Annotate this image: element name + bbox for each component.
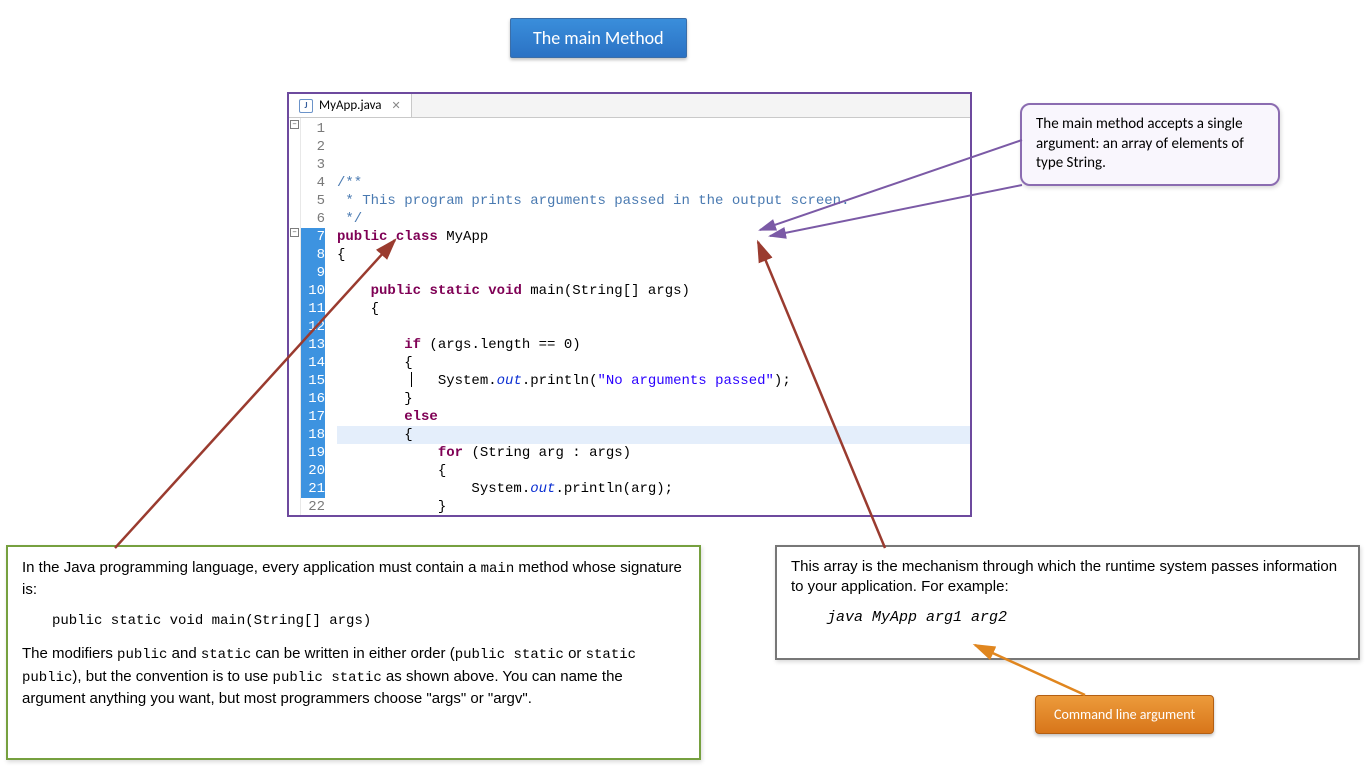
code-body[interactable]: /** * This program prints arguments pass… bbox=[331, 118, 970, 515]
editor-tabbar: J MyApp.java ✕ bbox=[289, 94, 970, 118]
callout-cmdline: Command line argument bbox=[1035, 695, 1214, 734]
code-line[interactable]: public class MyApp bbox=[337, 228, 970, 246]
code-line[interactable] bbox=[337, 264, 970, 282]
code-line[interactable]: { bbox=[337, 300, 970, 318]
fold-gutter: –– bbox=[289, 118, 301, 515]
code-line[interactable]: for (String arg : args) bbox=[337, 444, 970, 462]
code-area[interactable]: –– 1234567891011121314151617181920212223… bbox=[289, 118, 970, 515]
code-line[interactable]: */ bbox=[337, 210, 970, 228]
code-line[interactable] bbox=[337, 318, 970, 336]
editor-tab[interactable]: J MyApp.java ✕ bbox=[289, 94, 412, 117]
code-editor: J MyApp.java ✕ –– 1234567891011121314151… bbox=[287, 92, 972, 517]
code-line[interactable]: System.out.println("No arguments passed"… bbox=[337, 372, 970, 390]
command-example: java MyApp arg1 arg2 bbox=[827, 608, 1344, 628]
tab-filename: MyApp.java bbox=[319, 98, 382, 113]
main-signature: public static void main(String[] args) bbox=[52, 611, 685, 631]
code-line[interactable]: { bbox=[337, 354, 970, 372]
line-number-gutter: 123456789101112131415161718192021222324 bbox=[301, 118, 331, 515]
code-line[interactable]: else bbox=[337, 408, 970, 426]
code-line[interactable]: * This program prints arguments passed i… bbox=[337, 192, 970, 210]
callout-signature: In the Java programming language, every … bbox=[6, 545, 701, 760]
callout-main-argument: The main method accepts a single argumen… bbox=[1020, 103, 1280, 186]
java-file-icon: J bbox=[299, 99, 313, 113]
code-line[interactable]: { bbox=[337, 462, 970, 480]
page-title: The main Method bbox=[510, 18, 687, 58]
code-line[interactable]: /** bbox=[337, 174, 970, 192]
code-line[interactable]: } bbox=[337, 498, 970, 515]
close-icon[interactable]: ✕ bbox=[392, 99, 401, 112]
code-line[interactable]: if (args.length == 0) bbox=[337, 336, 970, 354]
code-line[interactable]: public static void main(String[] args) bbox=[337, 282, 970, 300]
code-line[interactable]: { bbox=[337, 246, 970, 264]
code-line[interactable]: { bbox=[337, 426, 970, 444]
code-line[interactable]: System.out.println(arg); bbox=[337, 480, 970, 498]
code-line[interactable]: } bbox=[337, 390, 970, 408]
callout-array: This array is the mechanism through whic… bbox=[775, 545, 1360, 660]
text-caret bbox=[411, 372, 412, 387]
